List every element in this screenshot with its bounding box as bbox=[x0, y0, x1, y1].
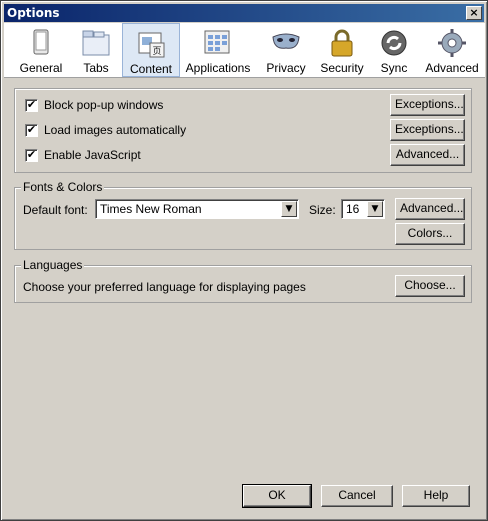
colors-button[interactable]: Colors... bbox=[395, 223, 465, 245]
default-font-label: Default font: bbox=[23, 203, 88, 217]
applications-icon bbox=[204, 30, 230, 54]
javascript-advanced-button[interactable]: Advanced... bbox=[390, 144, 465, 166]
advanced-gear-icon bbox=[438, 29, 466, 57]
pane-security-label: Security bbox=[320, 61, 364, 75]
pane-applications-label: Applications bbox=[185, 61, 251, 75]
pane-general-label: General bbox=[19, 61, 63, 75]
block-popups-label: Block pop-up windows bbox=[44, 98, 164, 112]
default-font-select[interactable]: Times New Roman ▼ bbox=[95, 199, 299, 219]
languages-description: Choose your preferred language for displ… bbox=[23, 280, 306, 294]
title-bar: Options × bbox=[4, 4, 484, 22]
content-settings-group: ✔ Block pop-up windows Exceptions... ✔ L… bbox=[14, 88, 472, 173]
pane-advanced-label: Advanced bbox=[425, 61, 479, 75]
enable-javascript-label: Enable JavaScript bbox=[44, 148, 141, 162]
general-icon bbox=[33, 29, 49, 55]
security-lock-icon bbox=[331, 29, 353, 57]
svg-text:页: 页 bbox=[152, 46, 161, 57]
pane-content[interactable]: 页 Content bbox=[122, 23, 180, 77]
tabs-icon bbox=[82, 30, 110, 56]
load-images-checkbox[interactable]: ✔ bbox=[25, 123, 38, 137]
cancel-button[interactable]: Cancel bbox=[321, 485, 393, 507]
content-icon: 页 bbox=[138, 32, 165, 58]
popup-exceptions-button[interactable]: Exceptions... bbox=[390, 94, 465, 116]
sync-icon bbox=[381, 30, 407, 56]
pane-general[interactable]: General bbox=[12, 23, 70, 77]
load-images-row[interactable]: ✔ Load images automatically bbox=[25, 122, 186, 138]
languages-title: Languages bbox=[21, 258, 85, 272]
window-title: Options bbox=[7, 6, 60, 20]
pane-sync[interactable]: Sync bbox=[372, 23, 416, 77]
pane-privacy[interactable]: Privacy bbox=[260, 23, 312, 77]
fonts-advanced-button[interactable]: Advanced... bbox=[395, 198, 465, 220]
preference-pane-toolbar: General Tabs 页 Content Applications Priv… bbox=[4, 23, 485, 78]
load-images-label: Load images automatically bbox=[44, 123, 187, 137]
help-button[interactable]: Help bbox=[402, 485, 470, 507]
close-button[interactable]: × bbox=[466, 6, 482, 20]
fonts-colors-group: Fonts & Colors Default font: Times New R… bbox=[14, 180, 472, 250]
languages-group: Languages Choose your preferred language… bbox=[14, 258, 472, 303]
pane-content-label: Content bbox=[129, 62, 173, 76]
pane-security[interactable]: Security bbox=[314, 23, 370, 77]
enable-javascript-row[interactable]: ✔ Enable JavaScript bbox=[25, 147, 141, 163]
size-label: Size: bbox=[309, 203, 336, 217]
chevron-down-icon[interactable]: ▼ bbox=[281, 201, 297, 217]
pane-tabs[interactable]: Tabs bbox=[71, 23, 121, 77]
font-size-value: 16 bbox=[346, 202, 360, 216]
pane-applications[interactable]: Applications bbox=[184, 23, 252, 77]
pane-privacy-label: Privacy bbox=[266, 61, 306, 75]
pane-sync-label: Sync bbox=[380, 61, 408, 75]
enable-javascript-checkbox[interactable]: ✔ bbox=[25, 148, 38, 162]
default-font-value: Times New Roman bbox=[100, 202, 202, 216]
ok-button[interactable]: OK bbox=[242, 484, 312, 508]
image-exceptions-button[interactable]: Exceptions... bbox=[390, 119, 465, 141]
pane-tabs-label: Tabs bbox=[83, 61, 109, 75]
font-size-select[interactable]: 16 ▼ bbox=[341, 199, 385, 219]
block-popups-row[interactable]: ✔ Block pop-up windows bbox=[25, 97, 163, 113]
pane-advanced[interactable]: Advanced bbox=[422, 23, 482, 77]
options-window: Options × General Tabs 页 Content Applica… bbox=[0, 0, 488, 521]
privacy-mask-icon bbox=[272, 33, 300, 49]
chevron-down-icon[interactable]: ▼ bbox=[367, 201, 383, 217]
block-popups-checkbox[interactable]: ✔ bbox=[25, 98, 38, 112]
choose-language-button[interactable]: Choose... bbox=[395, 275, 465, 297]
fonts-colors-title: Fonts & Colors bbox=[21, 180, 105, 194]
